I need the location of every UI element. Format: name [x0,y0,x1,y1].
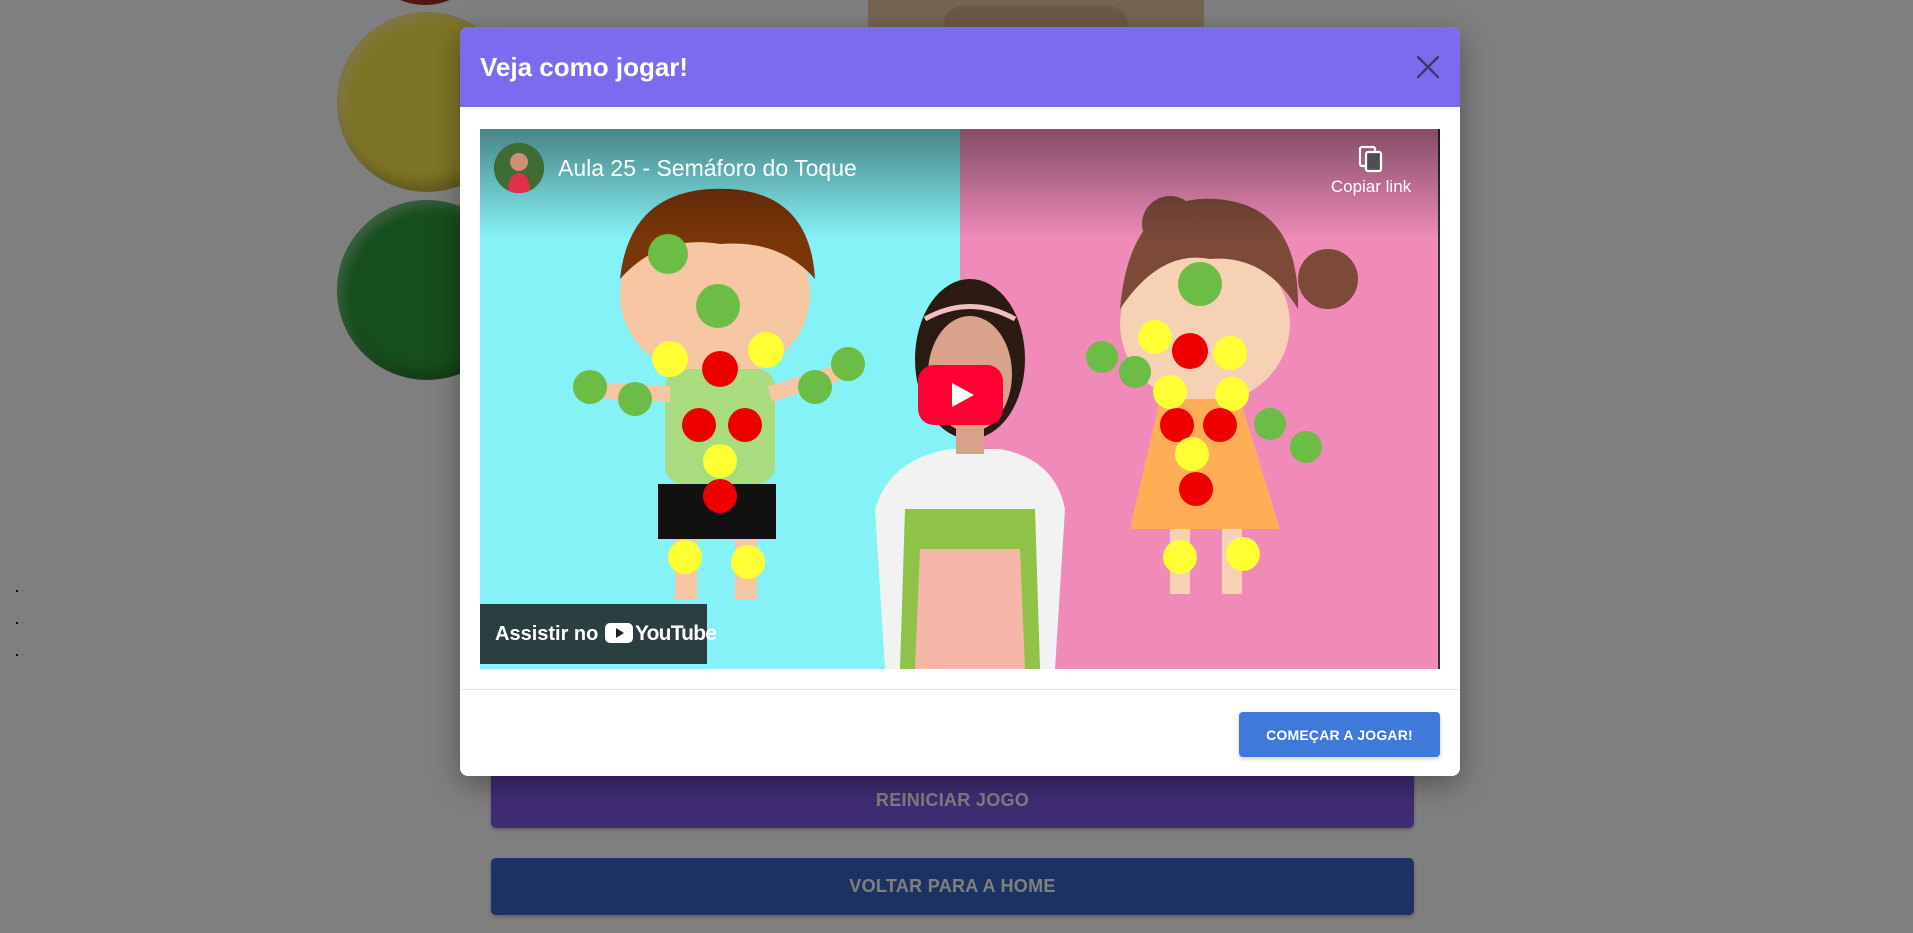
copy-link-button[interactable]: Copiar link [1316,143,1426,207]
copy-icon [1358,145,1383,173]
close-icon[interactable] [1412,51,1444,83]
video-title[interactable]: Aula 25 - Semáforo do Toque [558,153,857,183]
youtube-logo-icon [605,623,633,643]
modal-header: Veja como jogar! [460,27,1460,107]
modal-footer-divider [460,689,1460,690]
start-game-button[interactable]: COMEÇAR A JOGAR! [1239,712,1440,757]
avatar-image [494,143,544,193]
channel-avatar[interactable] [494,143,544,193]
video-player[interactable]: Aula 25 - Semáforo do Toque Copiar link … [480,129,1440,669]
copy-link-label: Copiar link [1330,177,1412,196]
modal-title: Veja como jogar! [480,52,689,82]
how-to-play-modal: Veja como jogar! Aula 25 - Semáforo do T… [460,27,1460,776]
play-icon[interactable] [918,365,1003,425]
watch-on-youtube-button[interactable]: Assistir no YouTube [480,604,717,664]
video-top-bar [480,129,1440,239]
watch-on-label: Assistir no [495,623,599,645]
youtube-logo-text: YouTube [635,622,717,645]
